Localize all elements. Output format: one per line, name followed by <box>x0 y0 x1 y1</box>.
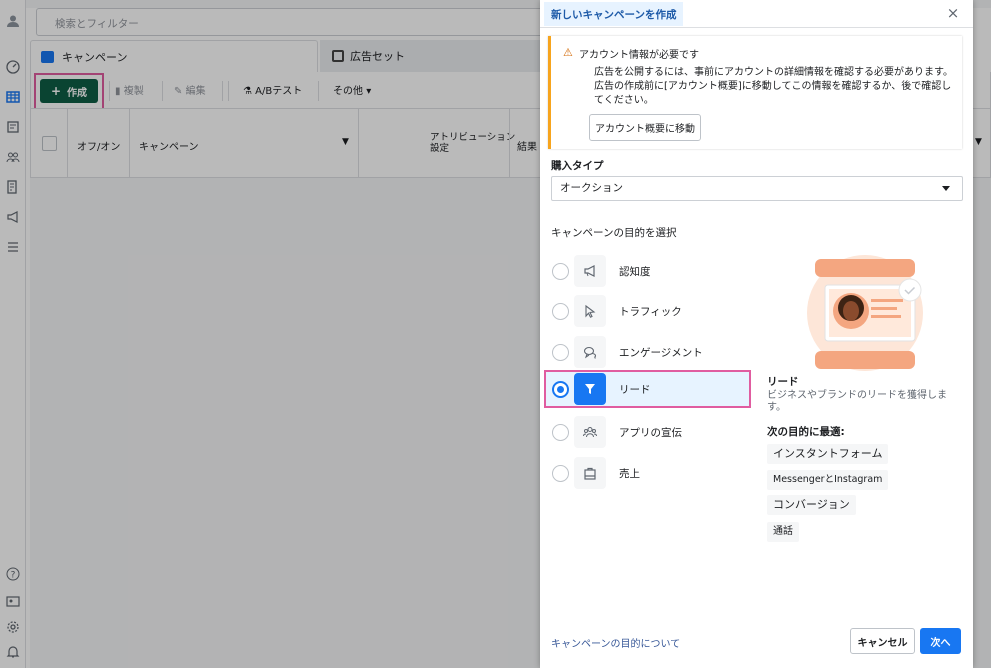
objective-option-sales[interactable]: 売上 <box>544 454 751 492</box>
best-for-chip: コンバージョン <box>767 495 856 515</box>
leads-illustration <box>805 253 925 373</box>
objective-option-awareness[interactable]: 認知度 <box>544 252 751 290</box>
people-icon <box>574 416 606 448</box>
objective-detail-title: リード <box>767 376 799 388</box>
objective-label: 売上 <box>619 468 640 480</box>
objective-radio[interactable] <box>552 465 569 482</box>
objective-option-app-promotion[interactable]: アプリの宣伝 <box>544 413 751 451</box>
megaphone-icon <box>574 255 606 287</box>
objective-label: エンゲージメント <box>619 347 703 359</box>
purchase-type-select[interactable]: オークション <box>551 176 963 201</box>
objective-radio[interactable] <box>552 303 569 320</box>
ads-manager-screen: ? 検索とフィルター キャンペーン 広告セット + 作成 ▮ 複製 ✎ 編集 ⚗… <box>0 0 991 668</box>
warning-text: 広告を公開するには、事前にアカウントの詳細情報を確認する必要があります。広告の作… <box>594 67 953 106</box>
learn-objectives-link[interactable]: キャンペーンの目的について <box>551 635 680 650</box>
objective-option-traffic[interactable]: トラフィック <box>544 292 751 330</box>
next-button[interactable]: 次へ <box>920 628 961 654</box>
objective-radio[interactable] <box>552 344 569 361</box>
create-campaign-dialog: 新しいキャンペーンを作成 × ⚠ アカウント情報が必要です 広告を公開するには、… <box>540 0 973 668</box>
objective-label: リード <box>619 384 651 396</box>
go-to-account-overview-button[interactable]: アカウント概要に移動 <box>589 114 701 141</box>
best-for-chip: インスタントフォーム <box>767 444 889 464</box>
best-for-label: 次の目的に最適: <box>767 426 845 438</box>
objective-label: アプリの宣伝 <box>619 427 682 439</box>
dialog-header: 新しいキャンペーンを作成 × <box>540 0 973 28</box>
close-icon[interactable]: × <box>945 5 961 21</box>
objective-radio-selected[interactable] <box>552 381 569 398</box>
warning-triangle-icon: ⚠ <box>563 46 573 59</box>
objective-option-leads[interactable]: リード <box>544 370 751 408</box>
warning-title: アカウント情報が必要です <box>579 50 699 61</box>
objective-option-engagement[interactable]: エンゲージメント <box>544 333 751 371</box>
objective-radio[interactable] <box>552 263 569 280</box>
chat-bubbles-icon <box>574 336 606 368</box>
best-for-chip: 通話 <box>767 522 799 542</box>
objective-label: 認知度 <box>619 266 651 278</box>
objective-detail-description: ビジネスやブランドのリードを獲得します。 <box>767 390 947 413</box>
purchase-type-value: オークション <box>560 182 623 194</box>
cursor-icon <box>574 295 606 327</box>
objective-section-label: キャンペーンの目的を選択 <box>551 227 677 239</box>
account-info-warning: ⚠ アカウント情報が必要です 広告を公開するには、事前にアカウントの詳細情報を確… <box>548 36 962 149</box>
best-for-chip: MessengerとInstagram <box>767 470 889 490</box>
purchase-type-label: 購入タイプ <box>551 160 604 172</box>
cancel-button[interactable]: キャンセル <box>850 628 915 654</box>
objective-radio[interactable] <box>552 424 569 441</box>
shopping-bag-icon <box>574 457 606 489</box>
objective-label: トラフィック <box>619 306 682 318</box>
chevron-down-icon <box>942 186 950 191</box>
funnel-icon <box>574 373 606 405</box>
dialog-title: 新しいキャンペーンを作成 <box>544 2 684 26</box>
